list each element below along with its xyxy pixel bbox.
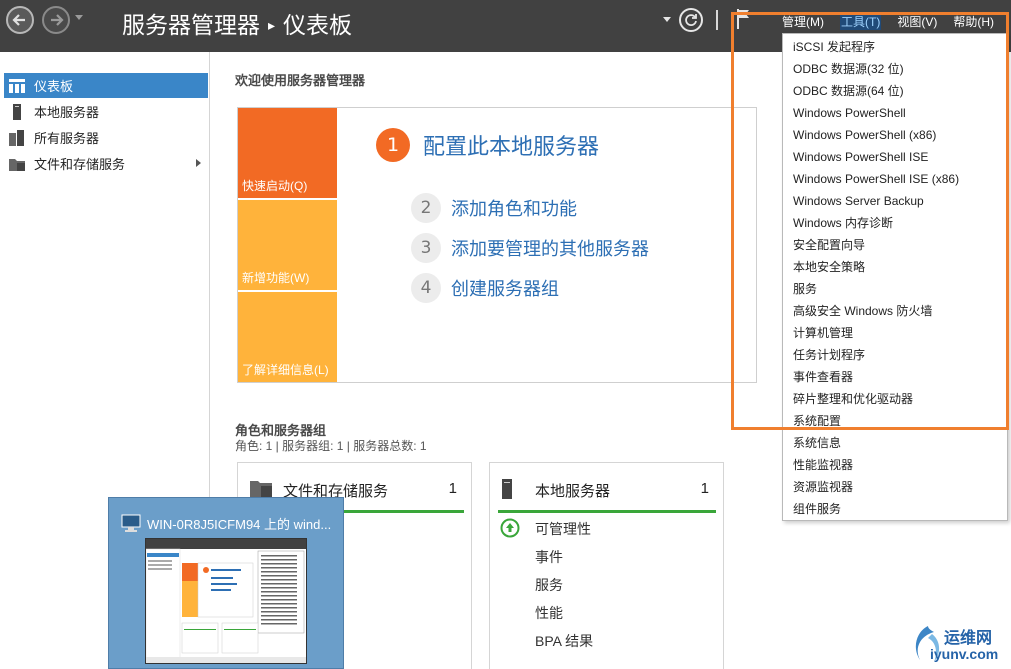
breadcrumb-separator: ▸ [268,17,276,33]
header-divider [716,10,718,30]
card-count: 1 [448,480,457,497]
tile-label: 快速启动(Q) [242,179,308,193]
role-card-local-server[interactable]: 本地服务器 1 可管理性 事件 服务 性能 BPA 结果 [489,462,724,669]
step-link[interactable]: 配置此本地服务器 [423,129,599,161]
step-create-group[interactable]: 4 创建服务器组 [411,273,559,303]
refresh-icon [685,14,697,26]
thumbnail-title: WIN-0R8J5ICFM94 上的 wind... [147,517,332,532]
card-count: 1 [700,480,709,497]
step-link[interactable]: 创建服务器组 [451,275,559,301]
folder-icon [250,481,272,497]
welcome-heading: 欢迎使用服务器管理器 [235,73,366,88]
window-preview-image [146,539,306,663]
roles-summary: 角色: 1 | 服务器组: 1 | 服务器总数: 1 [235,439,427,453]
card-link-services[interactable]: 服务 [535,575,563,595]
card-header[interactable]: 本地服务器 1 [490,463,723,513]
menu-option-system-info[interactable]: 系统信息 [793,432,841,454]
sidebar-item-dashboard[interactable]: 仪表板 [4,73,208,98]
step-configure-local-server[interactable]: 1 配置此本地服务器 [376,128,599,162]
tile-learn-more[interactable]: 了解详细信息(L) [238,292,337,382]
step-add-roles[interactable]: 2 添加角色和功能 [411,193,577,223]
sidebar-item-label: 文件和存储服务 [34,157,126,172]
title-dropdown-icon[interactable] [662,16,672,24]
folder-icon [9,156,25,172]
step-link[interactable]: 添加要管理的其他服务器 [451,235,649,261]
sidebar-item-label: 仪表板 [34,79,74,94]
sidebar-item-label: 本地服务器 [34,105,100,120]
watermark-name: 运维网 [944,630,993,647]
step-link[interactable]: 添加角色和功能 [451,195,577,221]
sidebar-item-all-servers[interactable]: 所有服务器 [4,125,208,150]
card-link-manageability[interactable]: 可管理性 [535,519,591,539]
history-dropdown-icon[interactable] [74,14,84,22]
sidebar-item-label: 所有服务器 [34,131,100,146]
server-icon [9,103,25,120]
card-link-events[interactable]: 事件 [535,547,563,567]
card-link-bpa-results[interactable]: BPA 结果 [535,631,593,651]
arrow-left-icon [12,14,25,26]
tile-label: 了解详细信息(L) [242,363,329,377]
thumbnail-preview [145,538,307,664]
sidebar-item-file-storage[interactable]: 文件和存储服务 [4,151,208,176]
remote-desktop-icon [121,514,141,532]
menu-option-component-services[interactable]: 组件服务 [793,498,841,520]
step-number: 4 [411,273,441,303]
step-add-servers[interactable]: 3 添加要管理的其他服务器 [411,233,649,263]
tile-label: 新增功能(W) [242,271,310,285]
menu-option-resource-monitor[interactable]: 资源监视器 [793,476,853,498]
watermark-url: iyunv.com [930,646,999,662]
annotation-highlight-box [731,12,1009,430]
back-button[interactable] [6,6,34,34]
arrow-right-icon [51,14,64,26]
menu-option-performance-monitor[interactable]: 性能监视器 [793,454,853,476]
step-number: 1 [376,128,410,162]
forward-button[interactable] [42,6,70,34]
status-ok-icon [500,518,520,538]
tile-quick-start[interactable]: 快速启动(Q) [238,108,337,198]
taskbar-thumbnail[interactable]: WIN-0R8J5ICFM94 上的 wind... [108,497,344,669]
tile-whats-new[interactable]: 新增功能(W) [238,200,337,290]
step-number: 3 [411,233,441,263]
card-title: 本地服务器 [535,483,611,500]
refresh-button[interactable] [679,8,703,32]
title-main: 服务器管理器 [122,12,260,38]
title-sub: 仪表板 [283,12,353,38]
status-bar [498,510,716,513]
dashboard-icon [9,78,25,94]
servers-icon [9,129,25,146]
page-title: 服务器管理器 ▸ 仪表板 [122,6,352,40]
card-link-performance[interactable]: 性能 [535,603,563,623]
step-number: 2 [411,193,441,223]
sidebar-item-local-server[interactable]: 本地服务器 [4,99,208,124]
expand-arrow-icon[interactable] [195,158,202,168]
server-icon [502,479,512,499]
